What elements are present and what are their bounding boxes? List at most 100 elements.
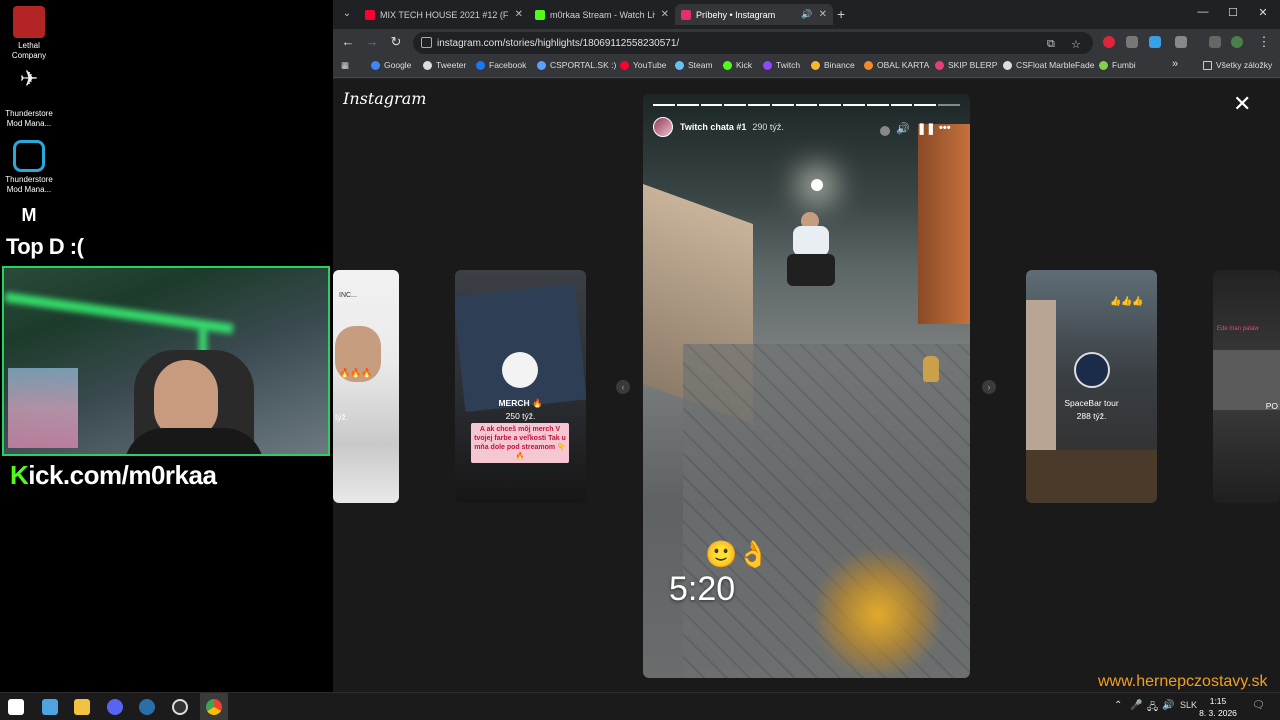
bookmark-star-icon[interactable]: ☆ [1071,38,1081,51]
bookmark-youtube[interactable]: YouTube [620,60,666,70]
bookmark-steam[interactable]: Steam [675,60,713,70]
desktop-icon-lethal-company[interactable]: Lethal Company [0,6,58,61]
clock-time: 1:15 [1209,696,1227,706]
discord-icon[interactable] [107,699,123,715]
desktop-icon-thunderstore-2[interactable]: Thunderstore Mod Mana... [0,140,58,195]
more-options-icon[interactable]: ••• [939,122,951,134]
active-story[interactable]: Twitch chata #1 290 týž. 🔊 ❚❚ ••• 🙂👌 5:2… [643,94,970,678]
story-progress-segment [724,104,747,106]
menu-kebab-icon[interactable]: ⋮ [1255,34,1273,50]
instagram-icon [681,9,691,20]
network-icon[interactable]: 🖧 [1147,700,1158,717]
address-bar[interactable]: instagram.com/stories/highlights/1806911… [413,32,1093,54]
story-progress-segment [748,104,770,106]
google-icon [371,60,380,70]
reload-button[interactable]: ↻ [387,34,405,50]
close-window-button[interactable]: ✕ [1253,6,1273,19]
extension-icon[interactable] [1103,36,1115,48]
minimize-button[interactable]: — [1193,6,1213,18]
tab-instagram[interactable]: Príbehy • Instagram 🔊 ✕ [675,4,833,25]
story-header: Twitch chata #1 290 týž. [653,116,960,138]
windows-start-icon[interactable] [8,699,24,715]
story-progress-segment [795,104,818,106]
reading-list-icon[interactable] [1209,36,1221,48]
overlay-text: Top D :( [6,234,84,259]
tab-close-icon[interactable]: ✕ [515,9,523,20]
csportal-icon [537,60,546,70]
all-bookmarks-folder[interactable]: Všetky záložky [1203,60,1272,70]
bookmark-twitch[interactable]: Twitch [763,60,800,70]
card-title: MERCH 🔥 [498,398,543,408]
browser-window: ⌄ MIX TECH HOUSE 2021 #12 (Fi... ✕ m0rka… [333,0,1280,692]
next-story-arrow[interactable]: › [982,380,996,394]
desktop-icon-thunderstore-1[interactable]: ✈ Thunderstore Mod Mana... [0,68,58,129]
snipping-tool-icon[interactable] [42,699,58,715]
facebook-icon [476,60,485,70]
bookmark-obal-karta[interactable]: OBAL KARTA [864,60,929,70]
story-progress-segment [819,104,842,106]
site-info-icon[interactable] [421,37,432,48]
back-button[interactable]: ← [339,34,357,49]
story-username[interactable]: Twitch chata #1 [680,122,746,132]
bookmark-csfloat[interactable]: CSFloat MarbleFade [1003,60,1094,70]
story-progress-segment [890,104,913,106]
previous-story-arrow[interactable]: ‹ [616,380,630,394]
notifications-icon[interactable]: 🗨 [1252,700,1265,711]
extension-icon[interactable] [1149,36,1161,48]
tray-chevron-icon[interactable]: ⌃ [1114,700,1122,711]
profile-avatar[interactable] [1231,36,1243,48]
tab-close-icon[interactable]: ✕ [819,9,827,20]
install-app-icon[interactable]: ⧉ [1047,38,1055,51]
bookmark-skip-blerp[interactable]: SKIP BLERP [935,60,997,70]
bookmarks-overflow-button[interactable]: » [1172,58,1178,70]
bookmark-fumbi[interactable]: Fumbi [1099,60,1136,70]
story-avatar[interactable] [653,117,673,137]
story-preview-card-merch[interactable]: MERCH 🔥 250 týž. A ak chceš môj merch V … [455,270,586,503]
story-preview-card[interactable]: Ede man pataw PO [1213,270,1280,503]
card-time: 250 týž. [505,411,536,421]
tab-youtube-mix[interactable]: MIX TECH HOUSE 2021 #12 (Fi... ✕ [359,4,529,25]
kick-url-banner: Kick.com/m0rkaa [10,460,217,491]
lethal-company-icon [13,6,45,38]
obs-icon[interactable] [172,699,188,715]
bookmark-facebook[interactable]: Facebook [476,60,526,70]
steam-icon[interactable] [139,699,155,715]
chrome-icon[interactable] [206,699,222,715]
bookmark-binance[interactable]: Binance [811,60,855,70]
extensions-puzzle-icon[interactable] [1175,36,1187,48]
instagram-logo[interactable]: Instagram [343,89,426,108]
bookmark-tweeter[interactable]: Tweeter [423,60,466,70]
tab-label: MIX TECH HOUSE 2021 #12 (Fi... [380,9,509,20]
apps-grid-icon[interactable]: ▦ [341,60,349,71]
pause-icon[interactable]: ❚❚ [917,122,935,135]
thumbs-emoji: 👍👍👍 [1110,296,1144,306]
forward-button[interactable]: → [363,34,381,49]
close-stories-button[interactable]: ✕ [1233,91,1251,117]
tab-label: Príbehy • Instagram [696,9,776,20]
story-preview-card-spacebar[interactable]: 👍👍👍 SpaceBar tour 288 týž. [1026,270,1157,503]
tab-search-chevron-icon[interactable]: ⌄ [339,6,355,22]
story-emoji-sticker: 🙂👌 [705,539,770,569]
extension-icon[interactable] [1126,36,1138,48]
system-clock[interactable]: 1:15 8. 3. 2026 [1196,695,1240,719]
new-tab-button[interactable]: + [837,6,845,22]
file-explorer-icon[interactable] [74,699,90,715]
story-progress-segment [914,104,937,106]
story-progress-segment [771,104,794,106]
desktop-icon-m[interactable]: M [0,206,58,224]
maximize-button[interactable]: ☐ [1223,6,1243,19]
microphone-icon[interactable]: 🎤 [1130,700,1142,711]
input-language[interactable]: SLK [1180,700,1197,710]
tab-kick-stream[interactable]: m0rkaa Stream - Watch Live on... ✕ [529,4,675,25]
desktop-area: Lethal Company ✈ Thunderstore Mod Mana..… [0,0,333,692]
bookmark-google[interactable]: Google [371,60,411,70]
mute-speaker-icon[interactable]: 🔊 [896,122,910,135]
story-preview-card[interactable]: INC... 🔥🔥🔥 týž. [333,270,399,503]
bookmark-kick[interactable]: Kick [723,60,752,70]
speaker-icon[interactable]: 🔊 [801,9,812,20]
bookmark-csportal[interactable]: CSPORTAL.SK :) [537,60,616,70]
kick-icon [723,60,732,70]
tab-close-icon[interactable]: ✕ [661,9,669,20]
volume-icon[interactable]: 🔊 [1162,700,1174,711]
story-progress-segment [866,104,889,106]
